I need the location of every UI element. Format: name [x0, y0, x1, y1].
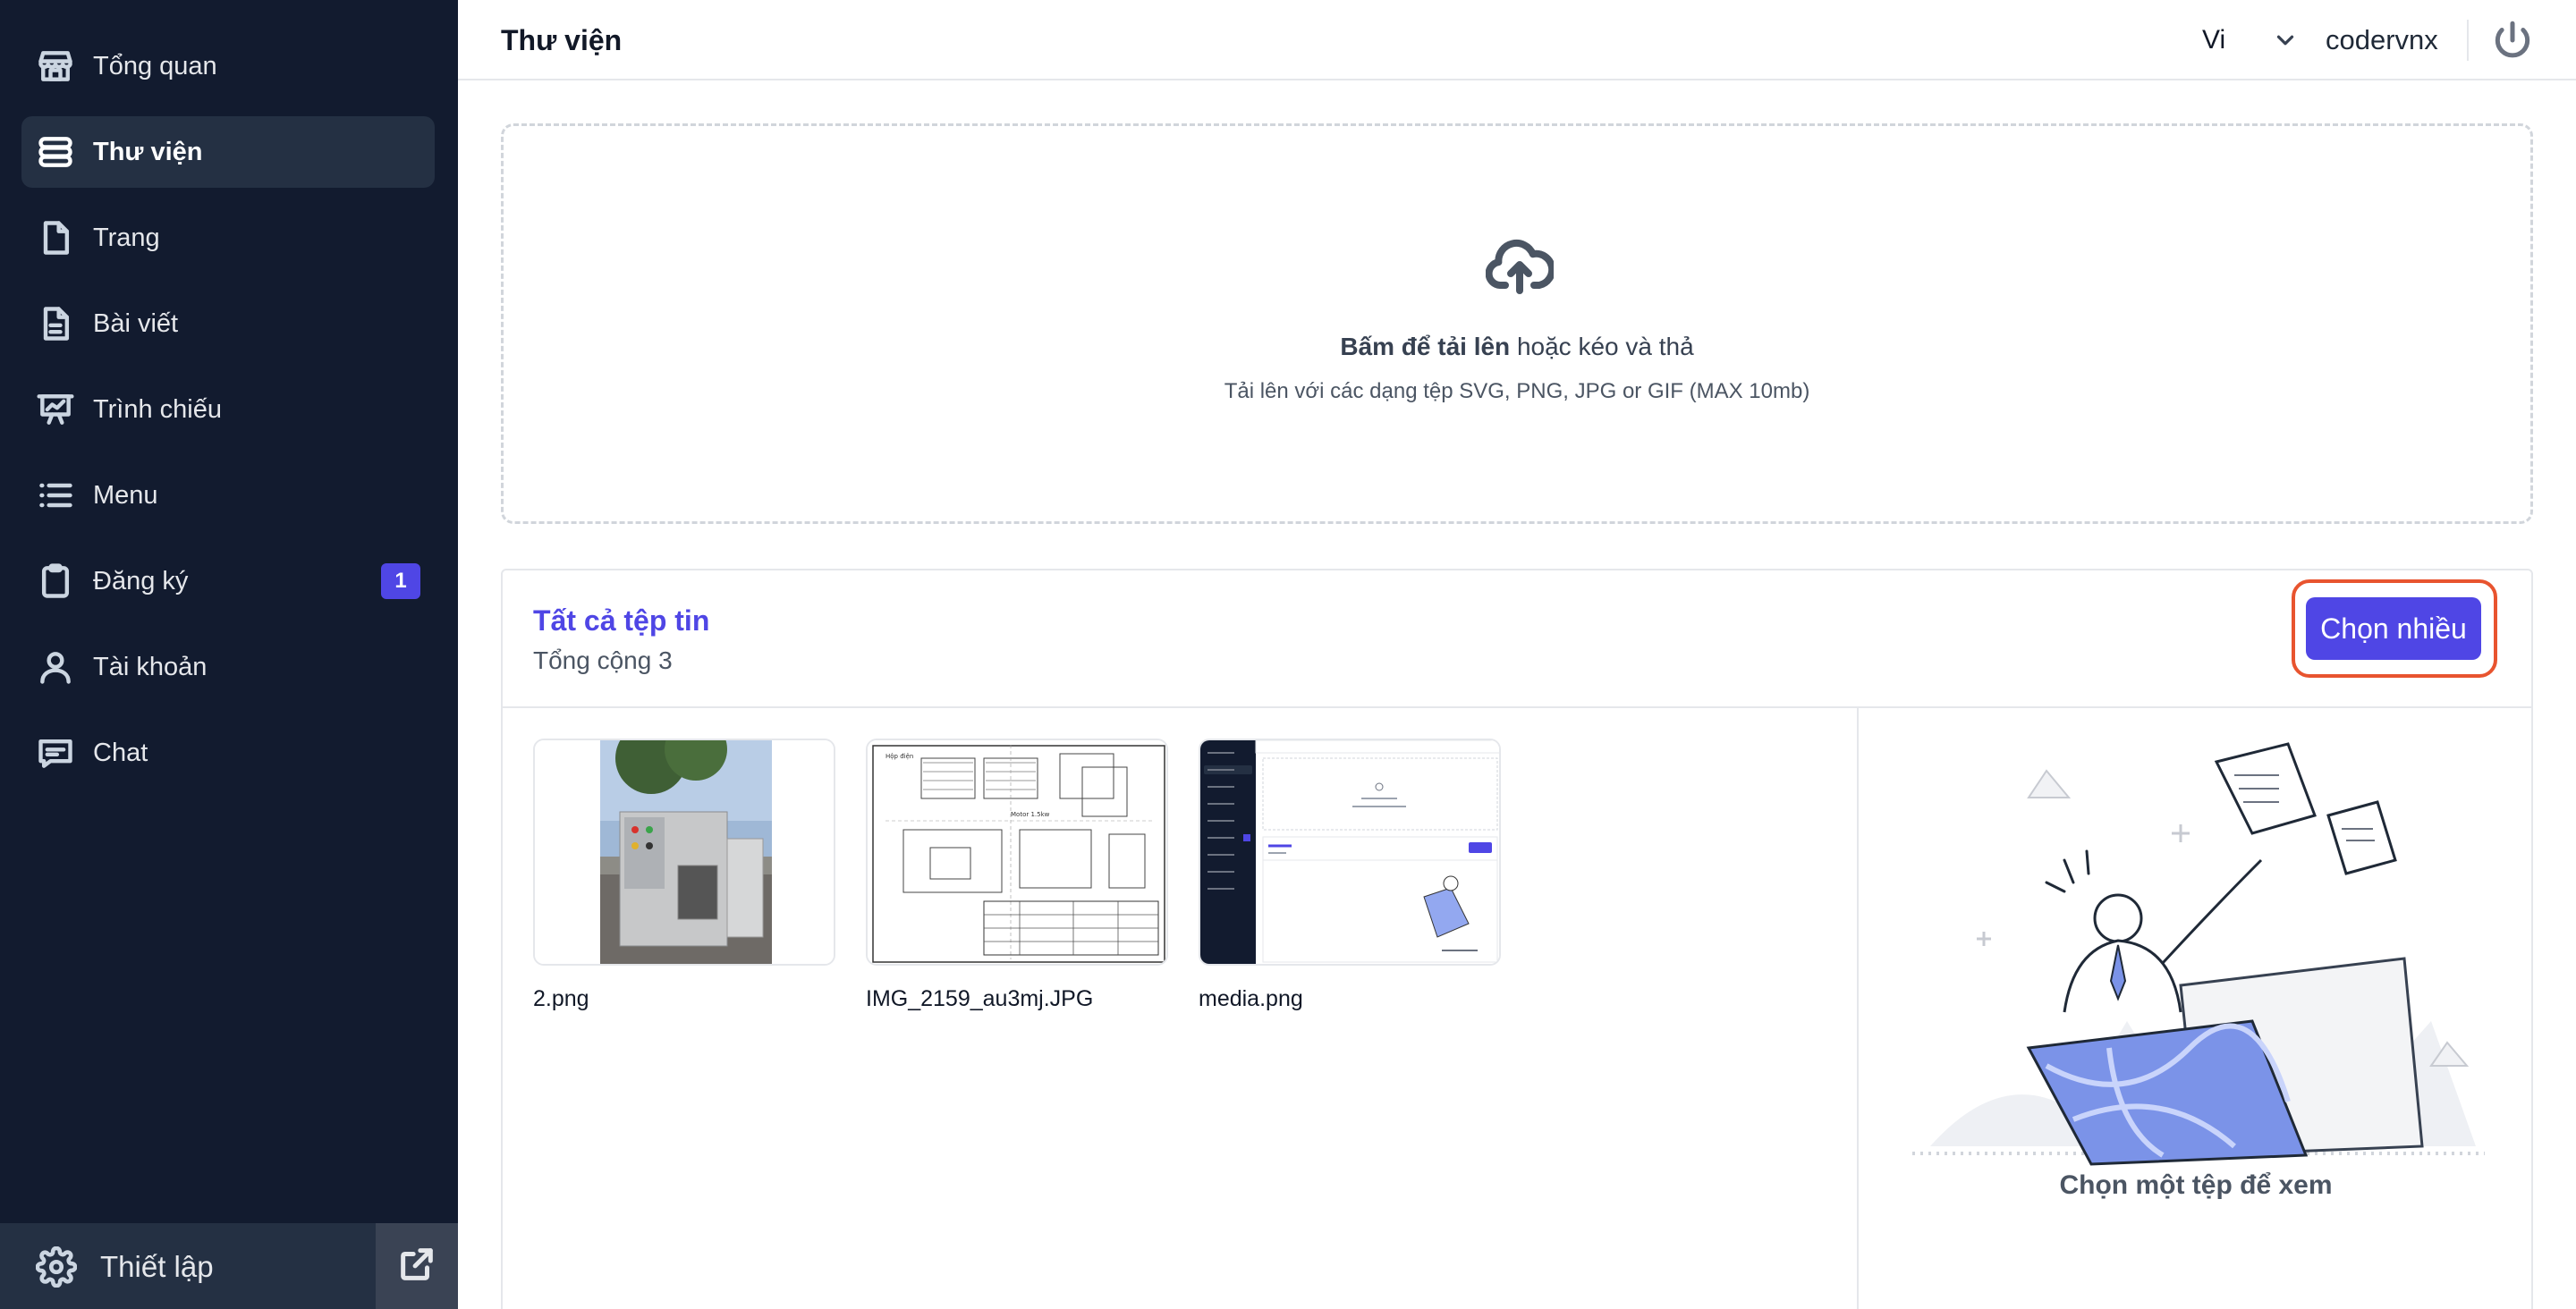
files-panel-header: Tất cả tệp tin Tổng cộng 3 Chọn nhiều: [503, 570, 2531, 708]
language-value: Vi: [2202, 25, 2226, 55]
power-icon: [2490, 21, 2535, 66]
preview-placeholder-text: Chọn một tệp để xem: [2059, 1170, 2333, 1200]
file-card[interactable]: Hộp điện Motor 1.5kw IMG_2159_au3mj.JPG: [866, 739, 1168, 1012]
sidebar-item-library[interactable]: Thư viện: [21, 116, 435, 188]
gear-icon: [35, 1246, 78, 1288]
external-link-icon: [396, 1244, 437, 1289]
sidebar-item-label: Tài khoản: [93, 653, 208, 681]
file-preview-pane: Chọn một tệp để xem: [1857, 708, 2533, 1309]
file-thumbnail[interactable]: [533, 739, 835, 966]
open-site-button[interactable]: [376, 1223, 458, 1309]
user-icon: [36, 647, 75, 687]
sidebar-footer: Thiết lập: [0, 1223, 458, 1309]
sidebar-item-chat[interactable]: Chat: [21, 717, 435, 789]
language-select[interactable]: Vi: [2202, 20, 2318, 61]
sidebar-item-label: Menu: [93, 481, 158, 510]
storefront-icon: [36, 46, 75, 86]
file-thumbnail[interactable]: [1199, 739, 1501, 966]
list-icon: [36, 476, 75, 515]
svg-text:Motor 1.5kw: Motor 1.5kw: [1011, 811, 1050, 818]
file-name: IMG_2159_au3mj.JPG: [866, 986, 1094, 1011]
page-icon: [36, 218, 75, 258]
svg-text:Hộp điện: Hộp điện: [886, 753, 913, 760]
chevron-down-icon: [2272, 27, 2299, 54]
clipboard-icon: [36, 562, 75, 601]
sidebar-item-overview[interactable]: Tổng quan: [21, 30, 435, 102]
files-panel: Tất cả tệp tin Tổng cộng 3 Chọn nhiều 2.…: [501, 569, 2533, 1309]
sidebar-item-label: Bài viết: [93, 309, 179, 338]
logout-button[interactable]: [2490, 18, 2535, 63]
file-card[interactable]: 2.png: [533, 739, 835, 1012]
page-title: Thư viện: [501, 24, 623, 56]
sidebar-item-label: Trình chiếu: [93, 395, 222, 424]
settings-label: Thiết lập: [100, 1250, 214, 1283]
file-card[interactable]: media.png: [1199, 739, 1501, 1012]
presentation-icon: [36, 390, 75, 429]
document-icon: [36, 304, 75, 343]
file-thumbnail[interactable]: Hộp điện Motor 1.5kw: [866, 739, 1168, 966]
divider: [2467, 20, 2469, 61]
sidebar-item-slideshow[interactable]: Trình chiếu: [21, 374, 435, 445]
sidebar-item-pages[interactable]: Trang: [21, 202, 435, 274]
settings-button[interactable]: Thiết lập: [0, 1223, 374, 1309]
file-thumbnail-image: [1200, 740, 1499, 964]
sidebar-item-label: Tổng quan: [93, 52, 217, 80]
file-thumbnail-image: Hộp điện Motor 1.5kw: [868, 740, 1166, 964]
file-name: media.png: [1199, 986, 1303, 1011]
sidebar-item-registrations[interactable]: Đăng ký 1: [21, 545, 435, 617]
file-thumbnail-image: [535, 740, 834, 964]
sidebar-item-posts[interactable]: Bài viết: [21, 288, 435, 359]
upload-dropzone[interactable]: Bấm để tải lên hoặc kéo và thả Tải lên v…: [501, 123, 2533, 524]
chat-icon: [36, 733, 75, 773]
sidebar-item-label: Thư viện: [93, 138, 203, 166]
top-bar: Thư viện Vi codervnx: [458, 0, 2576, 80]
empty-preview-illustration: [1912, 742, 2485, 1166]
select-multiple-button[interactable]: Chọn nhiều: [2306, 597, 2481, 660]
cloud-upload-icon: [1485, 239, 1556, 294]
username[interactable]: codervnx: [2326, 23, 2438, 57]
sidebar: Tổng quan Thư viện Trang Bài viết Trình …: [0, 0, 458, 1309]
upload-hint: Tải lên với các dạng tệp SVG, PNG, JPG o…: [1224, 379, 1810, 403]
sidebar-item-label: Chat: [93, 739, 148, 767]
upload-click-text[interactable]: Bấm để tải lên: [1340, 333, 1510, 360]
sidebar-item-label: Trang: [93, 224, 160, 252]
sidebar-item-label: Đăng ký: [93, 567, 189, 595]
sidebar-item-account[interactable]: Tài khoản: [21, 631, 435, 703]
upload-drag-text: hoặc kéo và thả: [1510, 333, 1694, 360]
stack-icon: [36, 132, 75, 172]
files-title: Tất cả tệp tin: [533, 604, 710, 637]
upload-title: Bấm để tải lên hoặc kéo và thả: [504, 332, 2530, 362]
files-total: Tổng cộng 3: [533, 646, 673, 674]
sidebar-item-menu[interactable]: Menu: [21, 460, 435, 531]
notification-badge: 1: [381, 563, 420, 599]
select-multiple-highlight: Chọn nhiều: [2292, 579, 2497, 678]
file-name: 2.png: [533, 986, 589, 1011]
file-grid: 2.png Hộp điện Motor 1.5kw IMG_2159_au3m…: [503, 708, 1857, 1309]
